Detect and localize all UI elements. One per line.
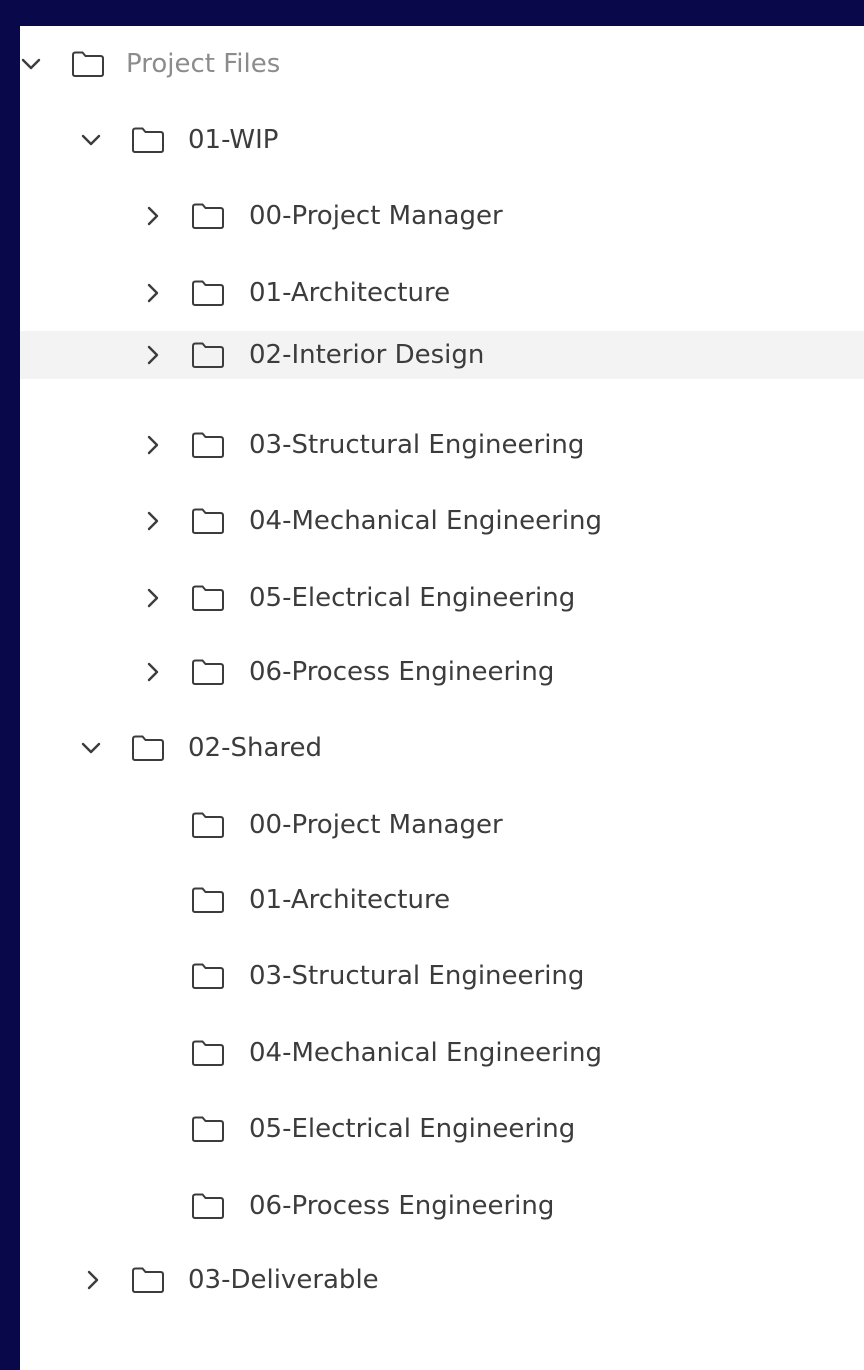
tree-label: 01-Architecture: [249, 278, 451, 308]
tree-label: 06-Process Engineering: [249, 657, 555, 687]
tree-label: Project Files: [126, 49, 281, 79]
chevron-right-icon[interactable]: [142, 282, 164, 304]
tree-label: 00-Project Manager: [249, 201, 503, 231]
chevron-right-icon[interactable]: [142, 587, 164, 609]
chevron-down-icon[interactable]: [80, 737, 102, 759]
folder-icon: [130, 733, 166, 763]
tree-row-02-shared[interactable]: 02-Shared: [20, 724, 864, 772]
folder-icon: [130, 125, 166, 155]
tree-row-wip-process-engineering[interactable]: 06-Process Engineering: [20, 648, 864, 696]
chevron-down-icon[interactable]: [80, 129, 102, 151]
tree-row-wip-structural-engineering[interactable]: 03-Structural Engineering: [20, 421, 864, 469]
tree-label: 06-Process Engineering: [249, 1191, 555, 1221]
tree-label: 02-Shared: [188, 733, 322, 763]
folder-icon: [70, 49, 106, 79]
folder-icon: [190, 430, 226, 460]
tree-row-wip-mechanical-engineering[interactable]: 04-Mechanical Engineering: [20, 497, 864, 545]
folder-icon: [190, 657, 226, 687]
tree-label: 01-Architecture: [249, 885, 451, 915]
tree-row-03-deliverable[interactable]: 03-Deliverable: [20, 1256, 864, 1304]
folder-icon: [130, 1265, 166, 1295]
tree-row-wip-electrical-engineering[interactable]: 05-Electrical Engineering: [20, 574, 864, 622]
tree-label: 03-Deliverable: [188, 1265, 379, 1295]
folder-icon: [190, 885, 226, 915]
tree-row-wip-project-manager[interactable]: 00-Project Manager: [20, 192, 864, 240]
tree-row-01-wip[interactable]: 01-WIP: [20, 116, 864, 164]
tree-label: 01-WIP: [188, 125, 279, 155]
tree-row-shared-process-engineering[interactable]: 06-Process Engineering: [20, 1182, 864, 1230]
chevron-down-icon[interactable]: [20, 53, 42, 75]
folder-tree-panel: Project Files 01-WIP 00-Project Manager: [20, 26, 864, 1370]
tree-label: 04-Mechanical Engineering: [249, 1038, 603, 1068]
tree-row-shared-project-manager[interactable]: 00-Project Manager: [20, 801, 864, 849]
chevron-right-icon[interactable]: [142, 205, 164, 227]
tree-row-project-files[interactable]: Project Files: [20, 40, 864, 88]
folder-icon: [190, 1038, 226, 1068]
tree-label: 02-Interior Design: [249, 340, 485, 370]
window-frame: Project Files 01-WIP 00-Project Manager: [0, 0, 864, 1370]
tree-label: 00-Project Manager: [249, 810, 503, 840]
folder-icon: [190, 961, 226, 991]
tree-row-wip-interior-design[interactable]: 02-Interior Design: [20, 331, 864, 379]
tree-row-shared-structural-engineering[interactable]: 03-Structural Engineering: [20, 952, 864, 1000]
tree-row-shared-architecture[interactable]: 01-Architecture: [20, 876, 864, 924]
chevron-right-icon[interactable]: [142, 434, 164, 456]
tree-label: 03-Structural Engineering: [249, 430, 585, 460]
tree-label: 05-Electrical Engineering: [249, 1114, 576, 1144]
folder-icon: [190, 810, 226, 840]
tree-row-shared-mechanical-engineering[interactable]: 04-Mechanical Engineering: [20, 1029, 864, 1077]
folder-icon: [190, 1191, 226, 1221]
tree-label: 05-Electrical Engineering: [249, 583, 576, 613]
folder-icon: [190, 201, 226, 231]
tree-label: 04-Mechanical Engineering: [249, 506, 603, 536]
folder-icon: [190, 506, 226, 536]
chevron-right-icon[interactable]: [142, 510, 164, 532]
chevron-right-icon[interactable]: [142, 344, 164, 366]
tree-label: 03-Structural Engineering: [249, 961, 585, 991]
folder-icon: [190, 583, 226, 613]
folder-icon: [190, 1114, 226, 1144]
folder-icon: [190, 278, 226, 308]
tree-row-wip-architecture[interactable]: 01-Architecture: [20, 269, 864, 317]
chevron-right-icon[interactable]: [82, 1269, 104, 1291]
tree-row-shared-electrical-engineering[interactable]: 05-Electrical Engineering: [20, 1105, 864, 1153]
chevron-right-icon[interactable]: [142, 661, 164, 683]
folder-icon: [190, 340, 226, 370]
